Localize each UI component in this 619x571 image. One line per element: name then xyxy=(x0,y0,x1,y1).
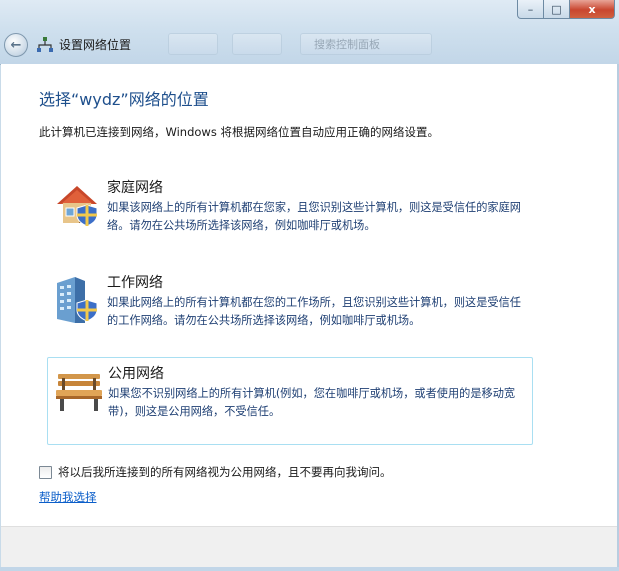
option-public-network[interactable]: 公用网络 如果您不识别网络上的所有计算机(例如，您在咖啡厅或机场，或者使用的是移… xyxy=(47,357,533,445)
page-title: 选择“wydz”网络的位置 xyxy=(39,90,209,109)
checkbox-label: 将以后我所连接到的所有网络视为公用网络，且不要再向我询问。 xyxy=(58,465,392,479)
ghost-tab xyxy=(168,33,218,55)
treat-all-public-checkbox[interactable] xyxy=(39,465,52,479)
intro-text: 此计算机已连接到网络，Windows 将根据网络位置自动应用正确的网络设置。 xyxy=(39,125,439,139)
back-arrow-icon: ← xyxy=(10,37,22,53)
minimize-button[interactable]: – xyxy=(517,0,544,19)
dialog-footer xyxy=(1,526,617,568)
ghost-search-text: 搜索控制面板 xyxy=(314,38,380,51)
content-pane: 选择“wydz”网络的位置 此计算机已连接到网络，Windows 将根据网络位置… xyxy=(1,64,617,526)
option-title: 公用网络 xyxy=(108,366,164,382)
window-title: 设置网络位置 xyxy=(59,38,132,52)
network-icon xyxy=(37,37,53,52)
option-title: 工作网络 xyxy=(107,275,163,291)
option-home-network[interactable]: 家庭网络 如果该网络上的所有计算机都在您家，且您识别这些计算机，则这是受信任的家… xyxy=(47,172,533,260)
work-network-icon xyxy=(57,277,98,323)
home-network-icon xyxy=(57,186,98,227)
ghost-tab xyxy=(232,33,282,55)
option-description: 如果此网络上的所有计算机都在您的工作场所，且您识别这些计算机，则这是受信任的工作… xyxy=(107,296,521,327)
option-description: 如果您不识别网络上的所有计算机(例如，您在咖啡厅或机场，或者使用的是移动宽带)，… xyxy=(108,387,516,418)
option-work-network[interactable]: 工作网络 如果此网络上的所有计算机都在您的工作场所，且您识别这些计算机，则这是受… xyxy=(47,267,533,355)
option-title: 家庭网络 xyxy=(107,180,163,196)
window-titlebar: – □ x ← 设置网络位置 搜索控制面板 xyxy=(0,0,619,65)
caption-buttons: – □ x xyxy=(517,0,615,19)
window-border xyxy=(0,567,619,571)
treat-all-public-checkbox-row[interactable]: 将以后我所连接到的所有网络视为公用网络，且不要再向我询问。 xyxy=(39,464,392,480)
help-me-choose-link[interactable]: 帮助我选择 xyxy=(39,489,97,505)
maximize-button[interactable]: □ xyxy=(544,0,570,19)
public-network-icon xyxy=(56,374,102,411)
close-button[interactable]: x xyxy=(570,0,615,19)
back-button[interactable]: ← xyxy=(4,33,28,57)
option-description: 如果该网络上的所有计算机都在您家，且您识别这些计算机，则这是受信任的家庭网络。请… xyxy=(107,201,521,232)
